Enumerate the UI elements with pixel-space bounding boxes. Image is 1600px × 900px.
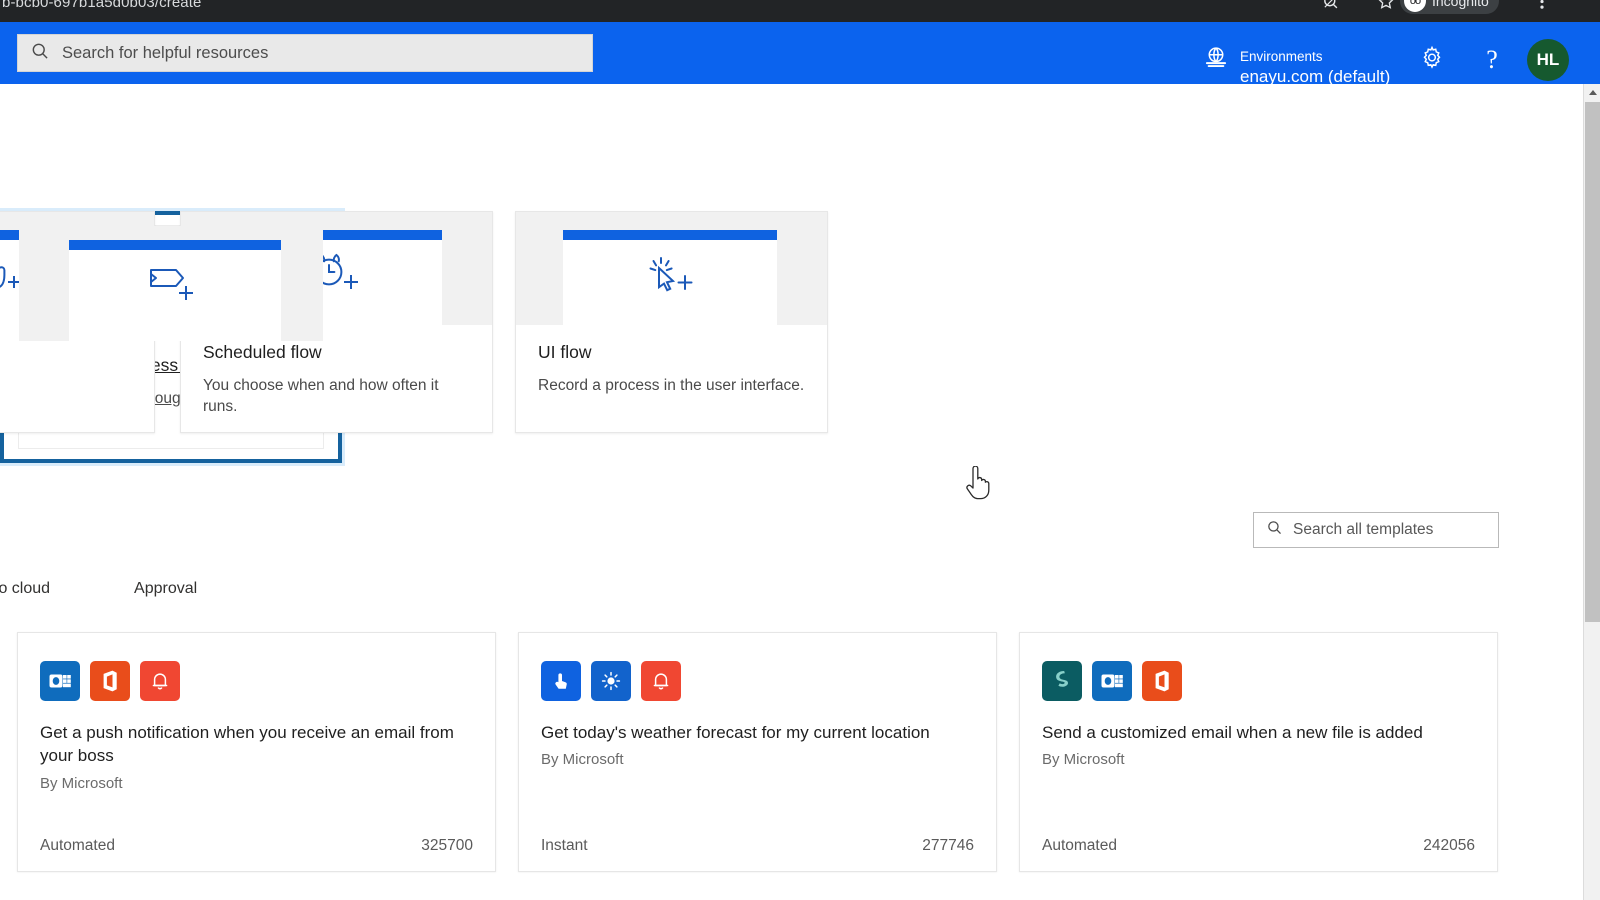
flow-card-thumbnail (19, 226, 323, 341)
flow-card-title: Scheduled flow (203, 342, 322, 362)
avatar[interactable]: HL (1527, 39, 1569, 81)
thumbnail-titlebar (69, 240, 281, 250)
process-stage-plus-icon (19, 256, 323, 314)
msn-weather-icon (591, 661, 631, 701)
app-header-bar: Environments enayu.com (default) ? HL (0, 22, 1600, 87)
template-card[interactable]: Send a customized email when a new file … (1019, 632, 1498, 872)
global-search-box[interactable] (17, 34, 593, 72)
template-category-tabs: to cloud Approval (0, 574, 213, 604)
template-usage-count: 277746 (922, 837, 974, 854)
template-connector-icons (519, 633, 996, 701)
kebab-menu-icon[interactable] (1540, 0, 1544, 15)
template-card[interactable]: Get a push notification when you receive… (17, 632, 496, 872)
gear-icon[interactable] (1420, 45, 1445, 75)
browser-search-icon[interactable] (1322, 0, 1339, 15)
outlook-icon (1092, 661, 1132, 701)
search-icon (1266, 519, 1283, 541)
flow-card-description: You choose when and how often it runs. (203, 377, 439, 416)
flow-type-card-row: Instant flow as needed. (0, 208, 828, 466)
flow-card-title: UI flow (538, 342, 592, 362)
scrollbar-thumb[interactable] (1585, 102, 1600, 622)
cursor-click-plus-icon (516, 246, 827, 300)
template-title: Get today's weather forecast for my curr… (541, 723, 930, 742)
bookmark-star-icon[interactable] (1378, 0, 1394, 14)
global-search-input[interactable] (62, 43, 562, 63)
template-footer: Automated 242056 (1042, 837, 1475, 855)
page-content: Instant flow as needed. (0, 84, 1583, 900)
flow-card-text: UI flow Record a process in the user int… (516, 325, 827, 396)
template-author: By Microsoft (40, 774, 123, 792)
tab-to-cloud[interactable]: to cloud (0, 574, 66, 604)
incognito-label: Incognito (1432, 0, 1489, 9)
question-mark-icon[interactable]: ? (1486, 45, 1498, 75)
environment-selector[interactable]: Environments enayu.com (default) (1240, 49, 1390, 87)
search-all-templates-box[interactable] (1253, 512, 1499, 548)
notifications-bell-icon (140, 661, 180, 701)
thumbnail-titlebar (563, 230, 777, 240)
template-footer: Instant 277746 (541, 837, 974, 855)
sharepoint-icon (1042, 661, 1082, 701)
browser-chrome-bar: b-bcb0-697b1a5d0b03/create oo Incognito (0, 0, 1600, 22)
address-bar-url[interactable]: b-bcb0-697b1a5d0b03/create (2, 0, 201, 11)
flow-card-ui-flow[interactable]: UI flow Record a process in the user int… (515, 211, 828, 433)
search-icon (30, 41, 50, 66)
flow-card-thumbnail (516, 212, 827, 325)
globe-icon (1203, 45, 1229, 76)
flow-card-description: Record a process in the user interface. (538, 377, 805, 394)
template-type: Automated (40, 837, 115, 854)
template-type: Instant (541, 837, 588, 854)
flow-card-title: Instant flow (0, 342, 132, 363)
incognito-avatar-icon: oo (1404, 0, 1426, 12)
template-usage-count: 325700 (421, 837, 473, 854)
notifications-bell-icon (641, 661, 681, 701)
template-card[interactable]: Get today's weather forecast for my curr… (518, 632, 997, 872)
template-title: Get a push notification when you receive… (40, 723, 454, 766)
office365-icon (1142, 661, 1182, 701)
template-connector-icons (1020, 633, 1497, 701)
outlook-icon (40, 661, 80, 701)
vertical-scrollbar[interactable] (1583, 84, 1600, 900)
incognito-profile-pill[interactable]: oo Incognito (1400, 0, 1499, 14)
search-all-templates-input[interactable] (1293, 521, 1478, 539)
template-title: Send a customized email when a new file … (1042, 723, 1423, 742)
office365-icon (90, 661, 130, 701)
template-usage-count: 242056 (1423, 837, 1475, 854)
template-connector-icons (18, 633, 495, 701)
scroll-up-arrow-icon[interactable] (1584, 84, 1600, 101)
environment-label: Environments (1240, 49, 1323, 64)
template-author: By Microsoft (1042, 751, 1125, 769)
flow-card-description: as needed. (0, 375, 132, 396)
manual-trigger-button-icon (541, 661, 581, 701)
mouse-cursor-pointer-icon (966, 465, 992, 500)
template-author: By Microsoft (541, 751, 624, 769)
tab-approval[interactable]: Approval (118, 574, 213, 604)
template-footer: Automated 325700 (40, 837, 473, 855)
template-type: Automated (1042, 837, 1117, 854)
